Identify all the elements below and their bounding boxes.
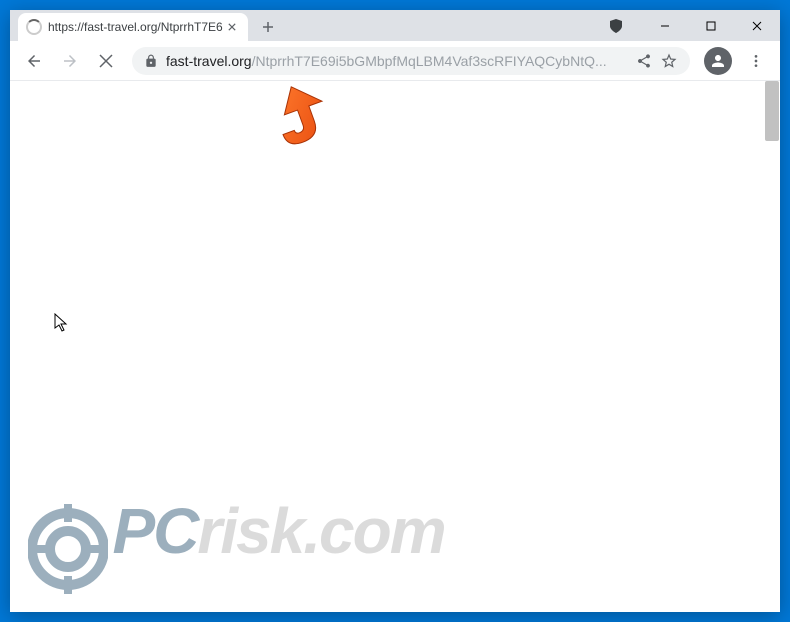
url-path: /NtprrhT7E69i5bGMbpfMqLBM4Vaf3scRFIYAQCy…: [252, 53, 607, 69]
profile-button[interactable]: [704, 47, 732, 75]
minimize-icon: [660, 21, 670, 31]
browser-window: https://fast-travel.org/NtprrhT7E6: [10, 10, 780, 612]
tab-row: https://fast-travel.org/NtprrhT7E6: [10, 10, 602, 41]
url-text: fast-travel.org/NtprrhT7E69i5bGMbpfMqLBM…: [166, 53, 628, 69]
maximize-button[interactable]: [688, 10, 734, 41]
titlebar: https://fast-travel.org/NtprrhT7E6: [10, 10, 780, 41]
arrow-left-icon: [25, 52, 43, 70]
toolbar: fast-travel.org/NtprrhT7E69i5bGMbpfMqLBM…: [10, 41, 780, 81]
menu-button[interactable]: [740, 45, 772, 77]
url-domain: fast-travel.org: [166, 53, 252, 69]
close-icon: [752, 21, 762, 31]
page-content: [10, 81, 780, 612]
new-tab-button[interactable]: [254, 13, 282, 41]
shield-icon: [602, 12, 630, 40]
stop-button[interactable]: [90, 45, 122, 77]
lock-icon: [144, 54, 158, 68]
loading-spinner-icon: [26, 19, 42, 35]
forward-button[interactable]: [54, 45, 86, 77]
maximize-icon: [706, 21, 716, 31]
browser-tab[interactable]: https://fast-travel.org/NtprrhT7E6: [18, 13, 248, 41]
address-bar[interactable]: fast-travel.org/NtprrhT7E69i5bGMbpfMqLBM…: [132, 47, 690, 75]
share-icon[interactable]: [636, 53, 652, 69]
person-icon: [709, 52, 727, 70]
bookmark-star-icon[interactable]: [660, 52, 678, 70]
plus-icon: [261, 20, 275, 34]
tab-close-button[interactable]: [224, 19, 240, 35]
window-controls: [602, 10, 780, 41]
stop-icon: [98, 53, 114, 69]
scrollbar-thumb[interactable]: [765, 81, 779, 141]
close-window-button[interactable]: [734, 10, 780, 41]
kebab-menu-icon: [748, 53, 764, 69]
back-button[interactable]: [18, 45, 50, 77]
tab-title: https://fast-travel.org/NtprrhT7E6: [48, 20, 224, 34]
minimize-button[interactable]: [642, 10, 688, 41]
close-icon: [228, 23, 236, 31]
arrow-right-icon: [61, 52, 79, 70]
